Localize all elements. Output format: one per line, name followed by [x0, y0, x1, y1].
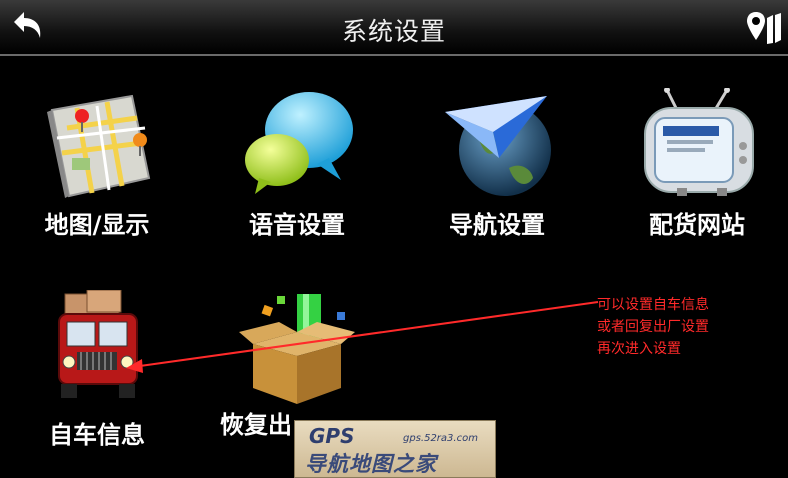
- menu-item-voice-settings[interactable]: 语音设置: [212, 88, 382, 248]
- tv-website-icon: [644, 88, 754, 196]
- map-button[interactable]: [746, 10, 782, 46]
- menu-item-cargo-website[interactable]: 配货网站: [612, 88, 782, 248]
- watermark-name: 导航地图之家: [305, 452, 437, 476]
- page-title: 系统设置: [341, 17, 446, 46]
- watermark: GPS gps.52ra3.com 导航地图之家: [294, 420, 496, 478]
- title-bar: 系统设置: [0, 0, 788, 56]
- annotation-line: 或者回复出厂设置: [597, 319, 709, 335]
- annotation-line: 可以设置自车信息: [597, 297, 709, 313]
- annotation-line: 再次进入设置: [597, 341, 681, 357]
- globe-navigation-icon: [445, 96, 551, 196]
- annotation-note: 可以设置自车信息 或者回复出厂设置 再次进入设置: [597, 294, 787, 360]
- menu-item-label: 语音设置: [249, 211, 345, 239]
- watermark-site: gps.52ra3.com: [403, 433, 478, 444]
- menu-item-vehicle-info[interactable]: 自车信息: [12, 290, 182, 458]
- map-pin-icon: [747, 12, 781, 44]
- menu-item-label: 地图/显示: [44, 211, 150, 239]
- truck-icon: [58, 290, 138, 398]
- menu-item-label: 自车信息: [49, 421, 145, 449]
- menu-item-map-display[interactable]: 地图/显示: [12, 88, 182, 248]
- speech-bubble-icon: [245, 92, 353, 194]
- menu-item-navigation-settings[interactable]: 导航设置: [412, 88, 582, 248]
- menu-item-label: 导航设置: [449, 211, 545, 239]
- watermark-brand: GPS: [309, 424, 355, 448]
- map-icon: [47, 94, 151, 198]
- box-restore-icon: [239, 294, 355, 404]
- menu-item-label: 配货网站: [649, 211, 745, 239]
